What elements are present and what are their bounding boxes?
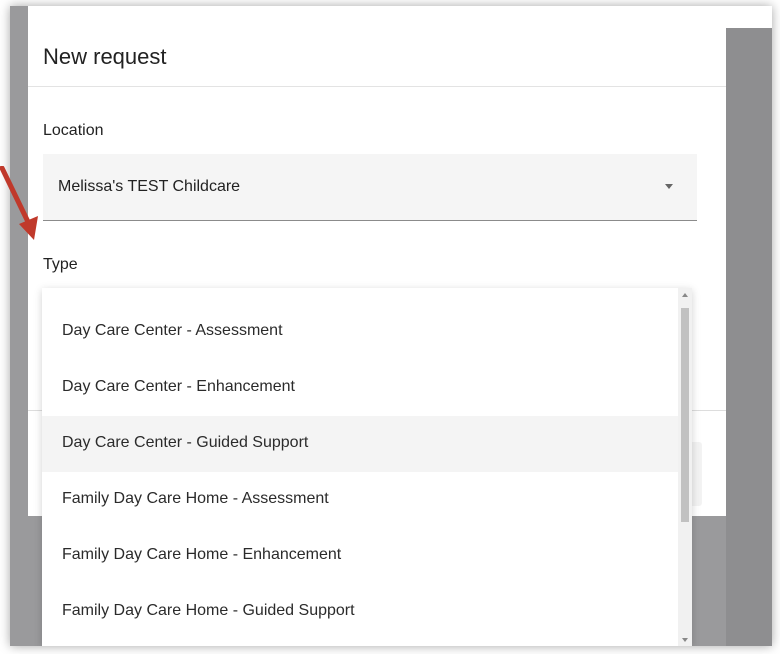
type-label: Type (43, 256, 78, 273)
annotation-arrow-icon (0, 166, 38, 240)
location-select-value: Melissa's TEST Childcare (58, 178, 241, 195)
background-overlay-strip (726, 6, 772, 646)
option-label: Day Care Center - Assessment (62, 322, 283, 339)
option-label: Day Care Center - Enhancement (62, 378, 295, 395)
scroll-down-arrow-icon[interactable] (682, 638, 688, 642)
screenshot-frame: New request Location Melissa's TEST Chil… (10, 6, 772, 646)
dropdown-option-dcc-assessment[interactable]: Day Care Center - Assessment (42, 304, 678, 360)
option-label: Family Day Care Home - Enhancement (62, 546, 342, 563)
dropdown-option-fdch-guided-support[interactable]: Family Day Care Home - Guided Support (42, 584, 678, 640)
dropdown-option-fdch-enhancement[interactable]: Family Day Care Home - Enhancement (42, 528, 678, 584)
dropdown-option-dcc-enhancement[interactable]: Day Care Center - Enhancement (42, 360, 678, 416)
title-divider (28, 86, 726, 87)
dialog-title: New request (43, 44, 167, 69)
location-label: Location (43, 122, 104, 139)
chevron-down-icon (665, 184, 673, 189)
option-label: Family Day Care Home - Guided Support (62, 602, 355, 619)
scroll-up-arrow-icon[interactable] (682, 293, 688, 297)
type-dropdown-menu: Day Care Center - Assessment Day Care Ce… (42, 288, 692, 646)
scrollbar-thumb[interactable] (681, 308, 689, 522)
dropdown-option-dcc-guided-support[interactable]: Day Care Center - Guided Support (42, 416, 678, 472)
option-label: Day Care Center - Guided Support (62, 434, 309, 451)
dropdown-scrollbar[interactable] (678, 288, 692, 646)
option-label: Family Day Care Home - Assessment (62, 490, 329, 507)
dropdown-option-fdch-assessment[interactable]: Family Day Care Home - Assessment (42, 472, 678, 528)
location-select[interactable]: Melissa's TEST Childcare (43, 154, 697, 221)
background-top-strip (726, 6, 772, 28)
